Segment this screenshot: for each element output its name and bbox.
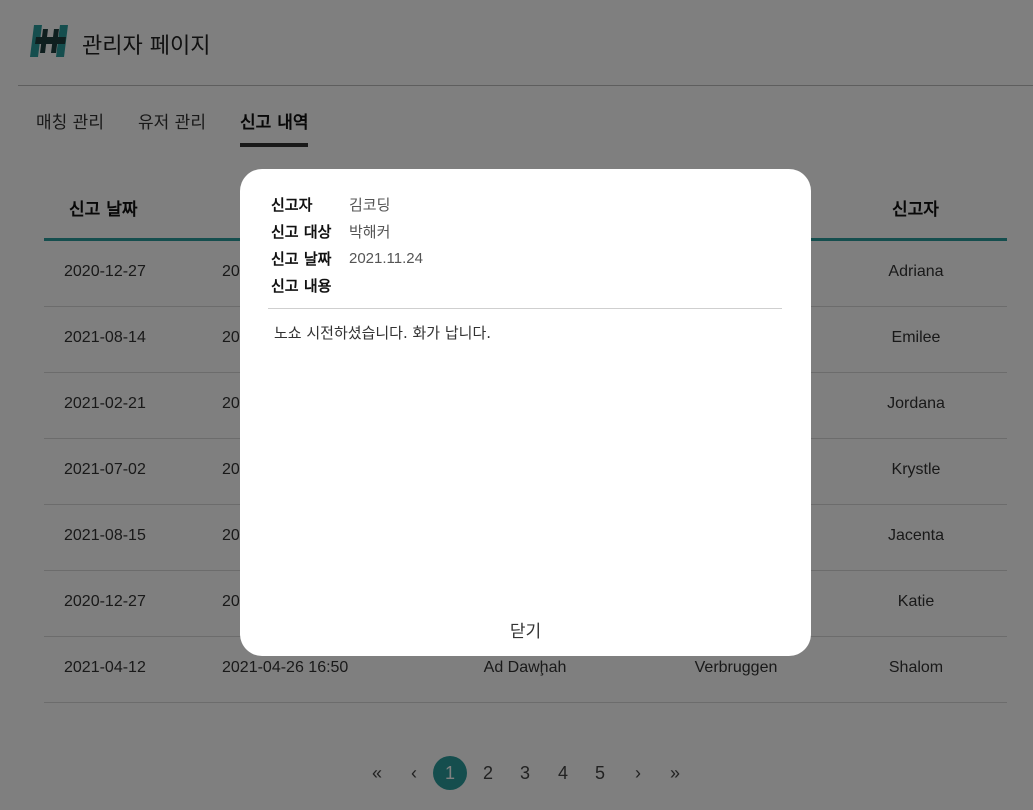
content-row: 신고 내용 [271, 272, 423, 299]
content-label: 신고 내용 [271, 277, 332, 295]
target-label: 신고 대상 [271, 223, 332, 241]
date-label: 신고 날짜 [271, 250, 332, 268]
report-info: 신고자 김코딩 신고 대상 박해커 신고 날짜 2021.11.24 신고 내용 [271, 191, 423, 299]
report-content-text: 노쇼 시전하셨습니다. 화가 납니다. [274, 324, 492, 342]
reporter-label: 신고자 [271, 196, 313, 214]
date-row: 신고 날짜 2021.11.24 [271, 245, 423, 272]
target-value: 박해커 [349, 223, 391, 241]
close-button[interactable]: 닫기 [240, 617, 811, 642]
target-row: 신고 대상 박해커 [271, 218, 423, 245]
divider [268, 308, 782, 309]
reporter-row: 신고자 김코딩 [271, 191, 423, 218]
reporter-value: 김코딩 [349, 196, 391, 214]
date-value: 2021.11.24 [349, 250, 423, 267]
report-detail-modal: 신고자 김코딩 신고 대상 박해커 신고 날짜 2021.11.24 신고 내용… [240, 169, 811, 656]
